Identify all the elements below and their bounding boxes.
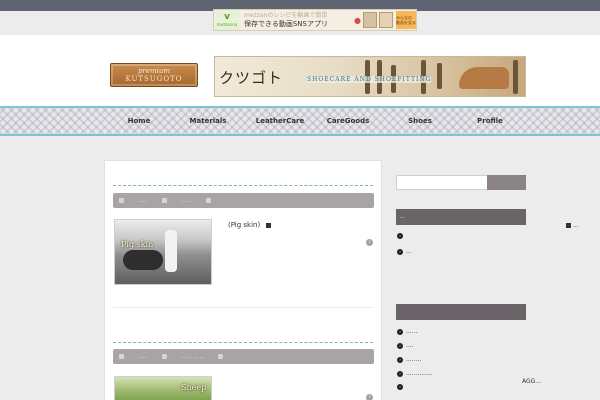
bullet-icon: ›	[397, 342, 403, 349]
sidebar-item[interactable]: › ......	[397, 328, 417, 335]
sidebar-item[interactable]: › ...	[397, 248, 412, 255]
comment-icon	[218, 354, 224, 359]
sidebar-item[interactable]: › ....	[397, 342, 414, 349]
square-icon	[266, 222, 272, 228]
thumbnail-label: Pig skin	[121, 240, 154, 249]
folder-icon	[161, 354, 167, 359]
sidebar-item-label: ......	[406, 328, 418, 335]
divider	[113, 185, 373, 186]
folder-icon	[161, 198, 167, 203]
ad-cta-button[interactable]: みんなの 動画を見る	[396, 11, 416, 29]
post-title[interactable]: (Pig skin)	[228, 221, 272, 229]
thumbnail-label: Sheep	[181, 383, 207, 392]
aggregate-link[interactable]: AGG...	[522, 378, 541, 385]
ad-brand: v	[224, 12, 230, 22]
sidebar-item[interactable]: › ........	[397, 356, 421, 363]
widget-heading	[396, 304, 526, 320]
bullet-icon: ›	[397, 384, 403, 390]
logo-line-1: premium	[138, 66, 170, 75]
sidebar-item-label: ...	[406, 248, 412, 255]
ad-line-2: 保存できる動画SNSアプリ	[244, 20, 328, 28]
side-link-label: ...	[573, 222, 579, 229]
ad-banner[interactable]: v mezzonna mezzanのレシピを動画で簡単 保存できる動画SNSアプ…	[213, 9, 417, 31]
main-nav: Home Materials LeatherCare CareGoods Sho…	[0, 106, 600, 136]
read-more-icon[interactable]: ›	[366, 239, 373, 246]
nav-materials[interactable]: Materials	[173, 108, 243, 134]
bullet-icon: ›	[397, 370, 403, 377]
bullet-icon: ›	[397, 356, 403, 363]
bullet-icon: ›	[397, 328, 403, 335]
map-pin-icon: ●	[354, 15, 361, 25]
site-logo[interactable]: premium KUTSUGOTO	[110, 63, 198, 87]
post-thumbnail[interactable]: Sheep	[114, 376, 212, 400]
bullet-icon: ›	[397, 233, 403, 239]
person-figure	[165, 230, 177, 272]
bullet-icon: ›	[397, 248, 403, 255]
post-separator	[113, 307, 374, 308]
widget-heading: ...	[396, 209, 526, 225]
side-link[interactable]: ...	[566, 222, 579, 229]
shoe-tree-image	[459, 67, 509, 89]
sidebar-item[interactable]: ›	[397, 384, 406, 390]
post-date: ......	[138, 197, 148, 204]
search-input[interactable]	[396, 175, 488, 190]
comment-icon	[205, 198, 211, 203]
tool-shape	[513, 60, 518, 94]
ad-thumb-2	[379, 12, 393, 28]
ad-line-1: mezzanのレシピを動画で簡単	[244, 12, 328, 19]
nav-caregoods[interactable]: CareGoods	[313, 108, 383, 134]
hero-banner: クツゴト SHOECARE AND SHOEFITTING	[214, 56, 526, 97]
calendar-icon	[119, 354, 124, 359]
ad-brand-sub: mezzonna	[216, 22, 238, 27]
calendar-icon	[119, 198, 124, 203]
post-thumbnail[interactable]: Pig skin	[114, 219, 212, 285]
nav-shoes[interactable]: Shoes	[385, 108, 455, 134]
ad-thumb-1	[363, 12, 377, 28]
sidebar-item-label: ....	[406, 342, 414, 349]
nav-home[interactable]: Home	[104, 108, 174, 134]
sidebar-item[interactable]: ›	[397, 233, 406, 239]
sidebar-item[interactable]: › ..............	[397, 370, 433, 377]
post-title-text: (Pig skin)	[228, 221, 261, 229]
sidebar-item-label: ........	[406, 356, 422, 363]
pig-figure	[123, 250, 163, 270]
search-button[interactable]	[487, 175, 526, 190]
logo-line-2: KUTSUGOTO	[125, 74, 183, 83]
post-date: ......	[138, 353, 148, 360]
ad-logo: v mezzonna	[214, 10, 240, 30]
nav-leathercare[interactable]: LeatherCare	[245, 108, 315, 134]
sidebar-item-label: ..............	[406, 370, 433, 377]
divider	[113, 342, 373, 343]
square-icon	[566, 223, 571, 228]
hero-subtitle: SHOECARE AND SHOEFITTING	[307, 76, 432, 83]
post-category: ... ...	[180, 197, 192, 204]
hero-title: クツゴト	[219, 69, 284, 87]
post-meta-bar: ...... ... ... ... ...	[113, 349, 374, 364]
tool-shape	[437, 63, 442, 89]
post-category: ... ... ... ...	[180, 353, 205, 360]
read-more-icon[interactable]: ›	[366, 394, 373, 400]
post-meta-bar: ...... ... ...	[113, 193, 374, 208]
nav-profile[interactable]: Profile	[455, 108, 525, 134]
